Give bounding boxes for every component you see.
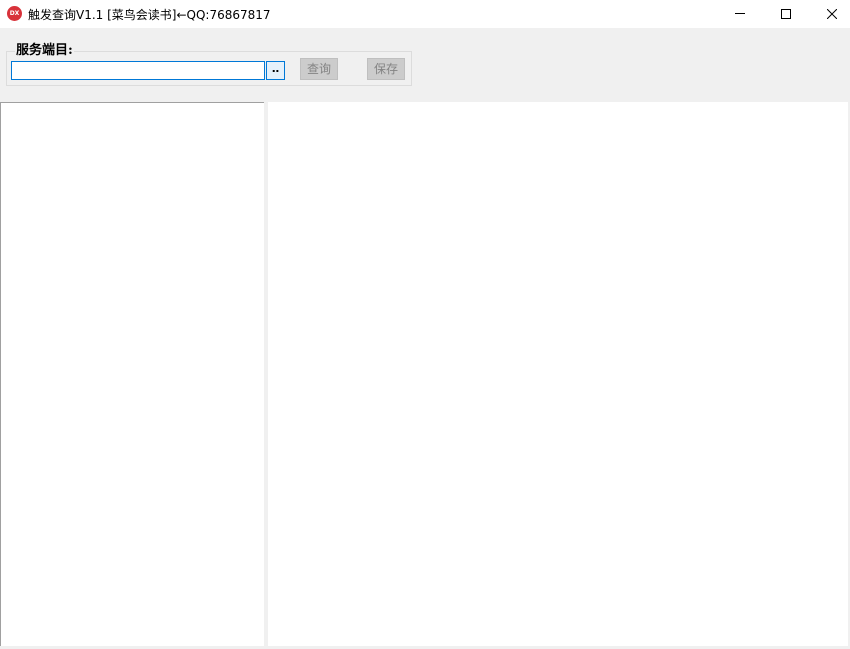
query-button[interactable]: 查询 <box>300 58 338 80</box>
server-directory-input[interactable] <box>11 61 265 80</box>
server-directory-label: 服务端目: <box>15 43 74 59</box>
toolbar: 服务端目: ‥ 查询 保存 <box>0 35 850 99</box>
close-icon <box>827 9 837 19</box>
browse-button[interactable]: ‥ <box>266 61 285 80</box>
tree-panel[interactable] <box>0 102 264 646</box>
window-title: 触发查询V1.1 [菜鸟会读书]←QQ:76867817 <box>28 8 271 22</box>
maximize-button[interactable] <box>763 0 809 28</box>
close-button[interactable] <box>809 0 850 28</box>
app-logo-icon: DX <box>7 6 22 21</box>
maximize-icon <box>781 9 791 19</box>
minimize-icon <box>735 13 745 14</box>
title-bar: DX 触发查询V1.1 [菜鸟会读书]←QQ:76867817 <box>0 0 850 28</box>
results-panel[interactable] <box>268 102 848 646</box>
minimize-button[interactable] <box>717 0 763 28</box>
save-button[interactable]: 保存 <box>367 58 405 80</box>
